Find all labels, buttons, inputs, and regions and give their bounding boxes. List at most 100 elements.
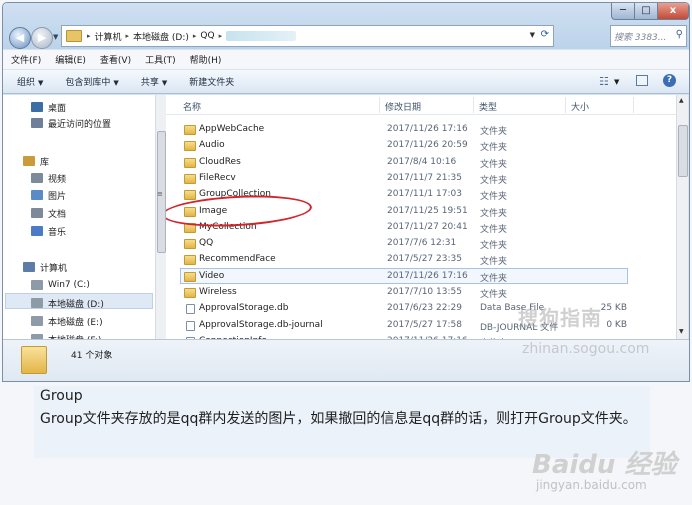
file-type: 文件夹 <box>480 143 508 154</box>
documents-library-icon <box>31 208 43 218</box>
nav-item[interactable]: 音乐 <box>31 223 66 239</box>
search-placeholder[interactable]: 搜索 3383... <box>614 33 666 43</box>
folder-icon <box>184 125 196 135</box>
file-date: 2017/11/25 19:51 <box>387 205 468 216</box>
address-bar[interactable]: ▸ 计算机 ▸ 本地磁盘 (D:) ▸ QQ ▸ ▼ ⟳ <box>61 25 554 47</box>
menu-tools[interactable]: 工具(T) <box>145 53 176 66</box>
folder-icon <box>184 141 196 152</box>
file-date: 2017/11/26 17:16 <box>387 124 468 134</box>
preview-pane-icon[interactable] <box>636 75 648 86</box>
file-list-scroll-thumb[interactable] <box>678 125 688 177</box>
breadcrumb-separator[interactable]: ▸ <box>87 32 91 40</box>
file-list-scrollbar[interactable]: ▲ ▼ <box>676 95 688 339</box>
scroll-up-icon[interactable]: ▲ <box>679 97 684 104</box>
include-in-library-button[interactable]: 包含到库中 ▼ <box>65 75 118 88</box>
music-library-icon <box>31 226 43 236</box>
sogou-watermark: 搜狗指南 <box>518 306 602 330</box>
breadcrumb-drive-d[interactable]: 本地磁盘 (D:) <box>133 30 189 43</box>
sogou-watermark-url: zhinan.sogou.com <box>522 341 650 357</box>
file-date: 2017/8/4 10:16 <box>387 156 457 167</box>
nav-scrollbar[interactable]: ≡ <box>155 95 166 339</box>
back-button[interactable]: ◀ <box>9 27 31 49</box>
nav-item[interactable]: 本地磁盘 (E:) <box>31 313 103 329</box>
column-divider[interactable] <box>565 97 566 113</box>
dropdown-arrow-icon: ▼ <box>113 79 119 87</box>
nav-item[interactable]: 库 <box>23 153 49 169</box>
help-icon[interactable]: ? <box>663 74 676 87</box>
breadcrumb-qq[interactable]: QQ <box>200 31 214 41</box>
folder-icon <box>184 157 196 168</box>
column-divider[interactable] <box>379 97 380 113</box>
breadcrumb-separator[interactable]: ▸ <box>219 32 223 40</box>
organize-button[interactable]: 组织 ▼ <box>17 75 43 88</box>
file-row[interactable]: FileRecv 2017/11/7 21:35 文件夹 <box>166 171 676 187</box>
nav-item-label: Win7 (C:) <box>48 280 90 290</box>
file-row[interactable]: QQ 2017/7/6 12:31 文件夹 <box>166 236 676 252</box>
nav-item[interactable]: 文档 <box>31 205 66 221</box>
column-header-date[interactable]: 修改日期 <box>385 100 421 113</box>
folder-icon <box>184 271 196 282</box>
nav-item[interactable]: 图片 <box>31 187 66 203</box>
minimize-button[interactable]: ─ <box>611 3 635 20</box>
folder-icon <box>184 190 196 201</box>
file-icon <box>186 320 195 331</box>
caption-title: Group <box>40 388 83 404</box>
scroll-down-icon[interactable]: ▼ <box>679 328 684 335</box>
refresh-icon[interactable]: ⟳ <box>541 29 549 40</box>
header-separator <box>166 114 676 115</box>
address-dropdown-icon[interactable]: ▼ <box>530 31 535 39</box>
search-box[interactable]: 搜索 3383... ⚲ <box>610 25 687 47</box>
menu-file[interactable]: 文件(F) <box>11 53 41 66</box>
nav-item-label: 本地磁盘 (D:) <box>48 299 104 310</box>
breadcrumb-separator[interactable]: ▸ <box>126 32 130 40</box>
nav-item[interactable]: 本地磁盘 (D:) <box>31 295 104 311</box>
breadcrumb-separator[interactable]: ▸ <box>193 32 197 40</box>
close-button[interactable]: x <box>657 3 689 20</box>
change-view-icon[interactable]: ☷ <box>599 75 609 88</box>
menu-view[interactable]: 查看(V) <box>100 53 131 66</box>
column-divider[interactable] <box>633 97 634 113</box>
file-row[interactable]: CloudRes 2017/8/4 10:16 文件夹 <box>166 155 676 171</box>
folder-icon <box>184 239 196 250</box>
search-icon[interactable]: ⚲ <box>676 29 683 40</box>
nav-item[interactable]: 桌面 <box>31 99 66 115</box>
nav-item-label: 音乐 <box>48 227 67 238</box>
nav-item[interactable]: 视频 <box>31 170 66 186</box>
file-row[interactable]: Video 2017/11/26 17:16 文件夹 <box>166 269 676 285</box>
file-row[interactable]: AppWebCache 2017/11/26 17:16 文件夹 <box>166 122 676 138</box>
file-row[interactable]: Audio 2017/11/26 20:59 文件夹 <box>166 138 676 154</box>
recent-pages-dropdown-icon[interactable]: ▼ <box>53 33 58 41</box>
menu-help[interactable]: 帮助(H) <box>190 53 222 66</box>
folder-icon <box>184 255 196 266</box>
share-button[interactable]: 共享 ▼ <box>141 75 167 88</box>
nav-item[interactable]: 本地磁盘 (F:) <box>31 331 101 339</box>
new-folder-button[interactable]: 新建文件夹 <box>189 75 234 88</box>
computer-icon <box>23 262 35 272</box>
column-divider[interactable] <box>473 97 474 113</box>
column-header-name[interactable]: 名称 <box>183 100 201 113</box>
file-date: 2017/11/27 20:41 <box>387 221 468 232</box>
file-name: ApprovalStorage.db <box>199 303 289 314</box>
title-bar: ─ □ x ◀ ▶ ▼ ▸ 计算机 ▸ 本地磁盘 (D:) ▸ QQ ▸ ▼ ⟳… <box>3 3 689 49</box>
library-icon <box>23 156 35 166</box>
file-row[interactable]: Wireless 2017/7/10 13:55 文件夹 <box>166 285 676 301</box>
dropdown-arrow-icon: ▼ <box>161 79 168 87</box>
forward-button[interactable]: ▶ <box>31 27 53 49</box>
share-label: 共享 <box>140 78 159 88</box>
organize-label: 组织 <box>17 78 36 88</box>
file-row[interactable]: RecommendFace 2017/5/27 23:35 文件夹 <box>166 252 676 268</box>
menu-edit[interactable]: 编辑(E) <box>55 53 86 66</box>
breadcrumb-computer[interactable]: 计算机 <box>95 30 122 43</box>
column-header-type[interactable]: 类型 <box>479 100 497 113</box>
file-type: 文件夹 <box>480 127 508 137</box>
folder-icon <box>184 288 196 298</box>
nav-item[interactable]: Win7 (C:) <box>31 277 90 293</box>
drive-icon <box>31 280 43 290</box>
column-header-size[interactable]: 大小 <box>571 100 589 113</box>
breadcrumb-redacted[interactable] <box>226 31 297 41</box>
maximize-button[interactable]: □ <box>634 3 658 20</box>
nav-item-label: 库 <box>40 157 50 168</box>
view-dropdown-icon[interactable]: ▼ <box>614 78 619 86</box>
nav-item[interactable]: 计算机 <box>23 259 67 275</box>
nav-item[interactable]: 最近访问的位置 <box>31 115 111 131</box>
